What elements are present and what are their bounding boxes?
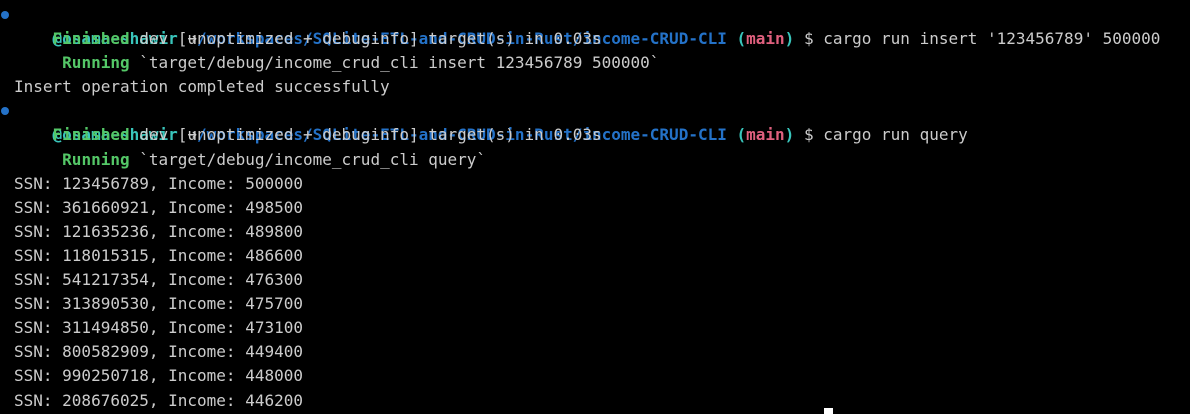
prompt-dot-icon (1, 107, 9, 116)
output-line: Insert operation completed successfully (14, 77, 390, 97)
cargo-status-text: dev [unoptimized + debuginfo] target(s) … (139, 125, 602, 145)
output-line: SSN: 800582909, Income: 449400 (14, 342, 303, 362)
output-line: SSN: 123456789, Income: 500000 (14, 173, 303, 193)
cargo-status-label: Running (62, 53, 130, 73)
cargo-status-label: Running (62, 149, 130, 169)
output-line: SSN: 118015315, Income: 486600 (14, 245, 303, 265)
cargo-running-line: Running `target/debug/income_crud_cli in… (0, 51, 1190, 75)
prompt-line: @osama-shawir ➜/workspaces/SQLite-ETL-an… (0, 99, 1190, 144)
terminal-output[interactable]: @osama-shawir ➜/workspaces/SQLite-ETL-an… (0, 0, 1190, 414)
cargo-status-text: `target/debug/income_crud_cli query` (139, 149, 487, 169)
output-line: SSN: 313890530, Income: 475700 (14, 294, 303, 314)
cargo-finished-line: Finished dev [unoptimized + debuginfo] t… (0, 123, 1190, 147)
prompt-line: @osama-shawir ➜/workspaces/SQLite-ETL-an… (0, 3, 1190, 48)
prompt-dot-icon (1, 11, 9, 19)
output-line: SSN: 541217354, Income: 476300 (14, 270, 303, 290)
cargo-status-label: Finished (52, 125, 130, 145)
output-line: SSN: 121635236, Income: 489800 (14, 221, 303, 241)
output-line: SSN: 990250718, Income: 448000 (14, 366, 303, 386)
cargo-status-text: dev [unoptimized + debuginfo] target(s) … (139, 29, 602, 49)
output-line: SSN: 361660921, Income: 498500 (14, 197, 303, 217)
cargo-finished-line: Finished dev [unoptimized + debuginfo] t… (0, 27, 1190, 51)
terminal-cursor (824, 408, 833, 414)
cargo-status-text: `target/debug/income_crud_cli insert 123… (139, 53, 660, 73)
output-line: SSN: 208676025, Income: 446200 (14, 390, 303, 410)
cargo-running-line: Running `target/debug/income_crud_cli qu… (0, 148, 1190, 172)
output-line: SSN: 311494850, Income: 473100 (14, 318, 303, 338)
cargo-status-label: Finished (52, 29, 130, 49)
